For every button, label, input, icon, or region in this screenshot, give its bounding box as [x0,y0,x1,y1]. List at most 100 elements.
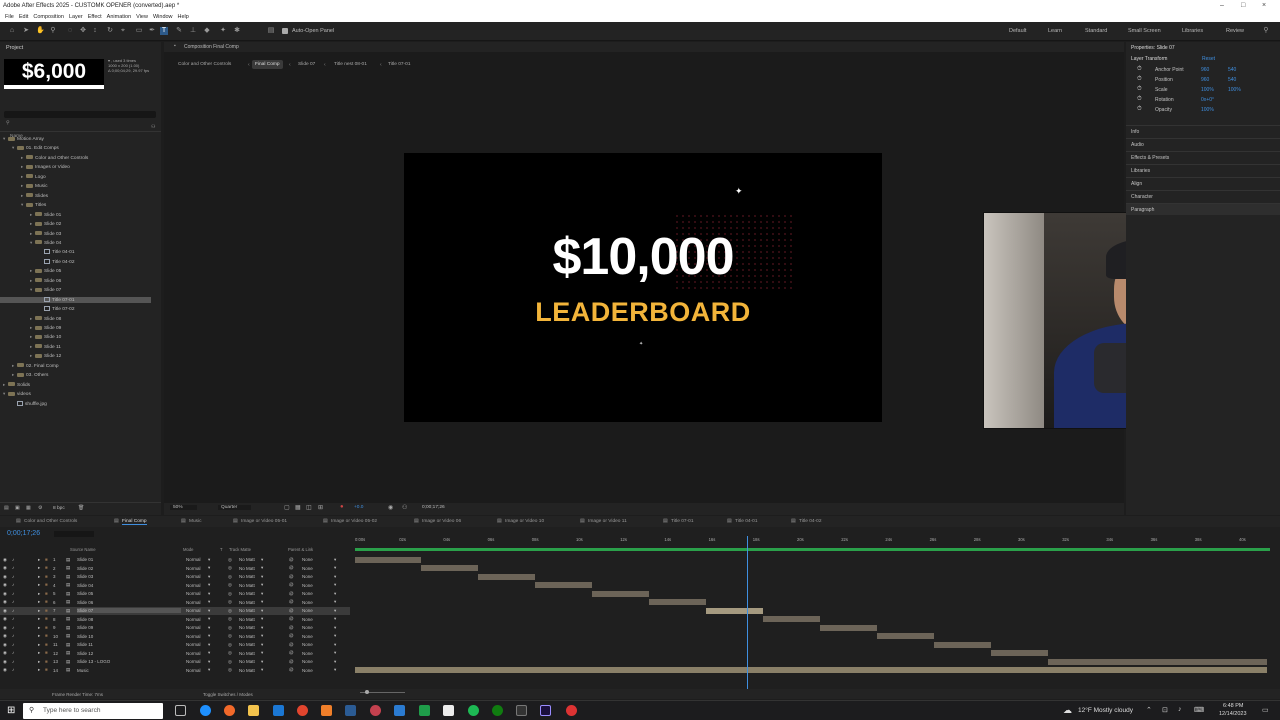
project-item[interactable]: ▸ Slide 06 [30,278,61,284]
mode-dropdown[interactable]: Normal [186,583,208,588]
parent-dropdown[interactable]: None [302,651,334,656]
project-item[interactable]: ▸ Slides [21,193,48,199]
hand-tool-icon[interactable]: ✋ [36,27,45,35]
chevron-right-icon[interactable]: ▸ [38,633,40,639]
new-comp-icon[interactable]: ▦ [26,505,31,511]
track-matte-dropdown[interactable]: No Matt [239,566,261,571]
layer-duration-bar[interactable] [478,573,535,580]
stopwatch-icon[interactable]: ⏱ [1137,66,1142,73]
track-matte-dropdown[interactable]: No Matt [239,659,261,664]
timeline-tab[interactable]: Title 04-02 [799,519,822,524]
project-item[interactable]: ▸ Color and Other Controls [21,155,88,161]
matte-icon[interactable]: ◎ [228,642,232,648]
layer-row[interactable]: ◉ ♪ ▸ ■ ▤ 8 Slide 08 Normal ▾ ◎ No Matt ▾ @ None ▾ [0,615,350,624]
matte-icon[interactable]: ◎ [228,608,232,614]
pick-whip-icon[interactable]: @ [289,582,294,587]
matte-icon[interactable]: ◎ [228,591,232,597]
property-value[interactable]: 100% [1201,107,1214,113]
mode-dropdown[interactable]: Normal [186,591,208,596]
pick-whip-icon[interactable]: @ [289,633,294,638]
track-matte-dropdown[interactable]: No Matt [239,625,261,630]
audio-icon[interactable]: ♪ [12,574,14,579]
menu-view[interactable]: View [136,14,148,20]
project-item[interactable]: ▾ 01. Edit Comps [12,145,59,151]
project-item[interactable]: ▾ Slide 04 [30,240,61,246]
label-color-icon[interactable]: ■ [45,642,48,647]
label-color-icon[interactable]: ■ [45,608,48,613]
outlook-icon[interactable] [273,705,284,716]
breadcrumb-item[interactable]: Slide 07 [298,62,315,67]
chevron-right-icon[interactable]: ▸ [38,557,40,563]
timeline-timecode[interactable]: 0;00;17;26 [7,530,40,537]
timeline-tab[interactable]: Title 07-01 [671,519,694,524]
parent-dropdown[interactable]: None [302,566,334,571]
layer-name[interactable]: Slide 06 [77,600,93,605]
property-value[interactable]: 100% [1201,87,1214,93]
layer-duration-bar[interactable] [706,607,763,614]
property-value[interactable]: 540 [1228,77,1236,83]
workspace-review[interactable]: Review [1226,28,1244,34]
vlc-icon[interactable] [321,705,332,716]
label-color-icon[interactable]: ■ [45,625,48,630]
task-view-icon[interactable] [175,705,186,716]
visibility-icon[interactable]: ◉ [3,582,7,588]
parent-dropdown[interactable]: None [302,574,334,579]
project-item[interactable]: Title 07-02 [39,306,75,312]
delete-icon[interactable]: 🗑 [78,505,84,511]
layer-duration-bar[interactable] [592,590,649,597]
audio-icon[interactable]: ♪ [12,599,14,604]
project-item[interactable]: ▸ Music [21,183,48,189]
audio-icon[interactable]: ♪ [12,642,14,647]
layer-search-input[interactable] [54,531,94,537]
network-icon[interactable]: ⊡ [1162,706,1168,714]
pan-tool-icon[interactable]: ✥ [79,27,87,35]
menu-window[interactable]: Window [153,14,173,20]
project-item[interactable]: ▸ Slide 03 [30,231,61,237]
mask-visibility-icon[interactable]: ◫ [306,504,312,511]
audio-icon[interactable]: ♪ [12,650,14,655]
track-matte-dropdown[interactable]: No Matt [239,642,261,647]
matte-icon[interactable]: ◎ [228,659,232,665]
composition-canvas[interactable]: $10,000 LEADERBOARD ✦ ✦ [404,153,882,422]
zoom-tool-icon[interactable]: ⚲ [49,27,57,35]
layer-name[interactable]: Slide 12 [77,651,93,656]
work-area-bar[interactable] [355,548,1270,551]
layer-duration-bar[interactable] [355,667,1267,673]
project-item[interactable]: ▸ Slide 11 [30,344,61,350]
layer-name[interactable]: Slide 13 - LOGO [77,659,110,664]
comp-panel-label[interactable]: Composition Final Comp [184,44,239,50]
matte-icon[interactable]: ◎ [228,574,232,580]
playhead[interactable] [747,536,749,692]
pick-whip-icon[interactable]: @ [289,574,294,579]
weather-text[interactable]: 12°F Mostly cloudy [1078,707,1133,714]
show-snapshot-icon[interactable]: ⚇ [402,504,407,511]
property-value[interactable]: 100% [1228,87,1241,93]
audio-icon[interactable]: ♪ [12,591,14,596]
toggle-switches-modes[interactable]: Toggle Switches / Modes [203,692,253,697]
mode-dropdown[interactable]: Normal [186,566,208,571]
visibility-icon[interactable]: ◉ [3,625,7,631]
excel-icon[interactable] [419,705,430,716]
firefox-icon[interactable] [224,705,235,716]
timeline-tab[interactable]: Final Comp [122,519,147,525]
mode-dropdown[interactable]: Normal [186,557,208,562]
notifications-icon[interactable]: ▭ [1262,706,1269,714]
stamp-tool-icon[interactable]: ⊥ [189,27,197,35]
matte-icon[interactable]: ◎ [228,557,232,563]
layer-row[interactable]: ◉ ♪ ▸ ■ ▤ 7 Slide 07 Normal ▾ ◎ No Matt ▾ @ None ▾ [0,606,350,615]
home-icon[interactable]: ⌂ [8,27,16,35]
terminal-icon[interactable] [516,705,527,716]
visibility-icon[interactable]: ◉ [3,574,7,580]
after-effects-icon[interactable] [540,705,551,716]
pick-whip-icon[interactable]: @ [289,599,294,604]
mode-dropdown[interactable]: Normal [186,659,208,664]
pick-whip-icon[interactable]: @ [289,616,294,621]
chevron-right-icon[interactable]: ▸ [38,591,40,597]
mode-dropdown[interactable]: Normal [186,634,208,639]
parent-dropdown[interactable]: None [302,642,334,647]
type-tool-icon[interactable]: T [160,27,168,35]
project-item[interactable]: ▾ Slide 07 [30,287,61,293]
layer-duration-bar[interactable] [534,582,593,588]
timeline-tab[interactable]: Music [189,519,202,524]
visibility-icon[interactable]: ◉ [3,616,7,622]
